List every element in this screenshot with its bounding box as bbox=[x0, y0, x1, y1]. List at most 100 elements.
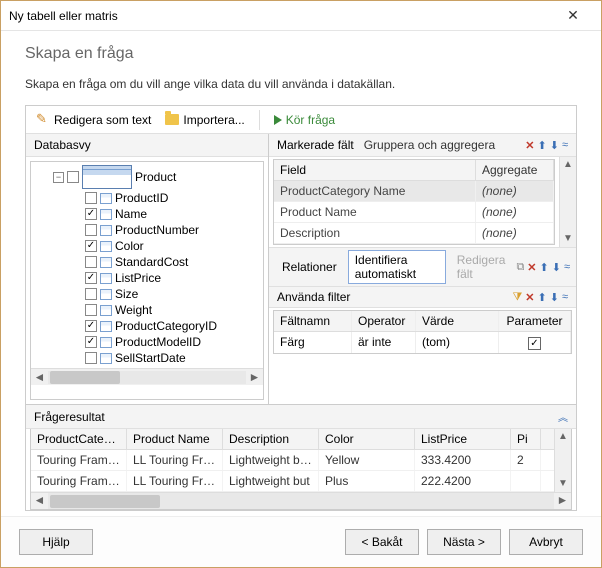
column-icon bbox=[100, 193, 112, 204]
relation-tool-icon[interactable]: ⧉ bbox=[516, 261, 524, 274]
column-icon bbox=[100, 289, 112, 300]
tree-column-label: Size bbox=[115, 287, 138, 301]
run-query-button[interactable]: Kör fråga bbox=[270, 111, 339, 129]
filter-move-up-icon[interactable]: ⬆ bbox=[538, 291, 547, 304]
group-aggregate-button[interactable]: Gruppera och aggregera bbox=[364, 138, 495, 152]
table-checkbox[interactable] bbox=[67, 171, 79, 183]
column-icon bbox=[100, 321, 112, 332]
results-col-header[interactable]: ListPrice bbox=[415, 429, 511, 449]
results-vscrollbar[interactable]: ▲▼ bbox=[554, 429, 571, 492]
tree-table-label: Product bbox=[135, 170, 176, 184]
column-checkbox[interactable] bbox=[85, 336, 97, 348]
folder-icon bbox=[165, 114, 179, 125]
column-icon bbox=[100, 225, 112, 236]
column-checkbox[interactable] bbox=[85, 288, 97, 300]
column-checkbox[interactable] bbox=[85, 256, 97, 268]
filter-col-field[interactable]: Fältnamn bbox=[274, 311, 352, 331]
filter-col-value[interactable]: Värde bbox=[416, 311, 499, 331]
results-hscrollbar[interactable]: ◄► bbox=[31, 492, 571, 509]
rel-move-up-icon[interactable]: ⬆ bbox=[540, 261, 549, 274]
selected-fields-grid[interactable]: Field Aggregate ProductCategory Name(non… bbox=[273, 159, 555, 245]
results-collapse-icon[interactable]: ︽ bbox=[558, 409, 568, 424]
results-col-header[interactable]: Pi bbox=[511, 429, 541, 449]
database-view-title: Databasvy bbox=[26, 134, 268, 157]
results-col-header[interactable]: Description bbox=[223, 429, 319, 449]
column-checkbox[interactable] bbox=[85, 224, 97, 236]
rel-move-down-icon[interactable]: ⬇ bbox=[552, 261, 561, 274]
results-grid[interactable]: ProductCategor...Product NameDescription… bbox=[30, 429, 572, 510]
results-col-header[interactable]: Color bbox=[319, 429, 415, 449]
column-icon bbox=[100, 273, 112, 284]
selected-field-row[interactable]: Product Name(none) bbox=[274, 202, 554, 223]
database-view-panel: Databasvy − Product ProductIDNameProduct… bbox=[26, 134, 269, 404]
edit-as-text-button[interactable]: Redigera som text bbox=[32, 111, 155, 129]
relations-label: Relationer bbox=[275, 257, 344, 277]
tree-column-label: ListPrice bbox=[115, 271, 161, 285]
collapse-icon[interactable]: − bbox=[53, 172, 64, 183]
import-button[interactable]: Importera... bbox=[161, 111, 248, 129]
column-checkbox[interactable] bbox=[85, 320, 97, 332]
edit-fields-button[interactable]: Redigera fält bbox=[450, 250, 513, 284]
rel-expand-icon[interactable]: ≈ bbox=[564, 261, 570, 274]
tree-column-label: StandardCost bbox=[115, 255, 188, 269]
col-header-field[interactable]: Field bbox=[274, 160, 476, 180]
selected-fields-title: Markerade fält bbox=[277, 138, 354, 152]
tree-column-label: ProductID bbox=[115, 191, 168, 205]
expand-icon[interactable]: ≈ bbox=[562, 139, 568, 152]
delete-field-icon[interactable]: ✕ bbox=[525, 139, 534, 152]
column-checkbox[interactable] bbox=[85, 192, 97, 204]
move-up-icon[interactable]: ⬆ bbox=[538, 139, 547, 152]
delete-filter-icon[interactable]: ✕ bbox=[525, 291, 534, 304]
query-results-title: Frågeresultat bbox=[34, 410, 105, 424]
filters-grid[interactable]: Fältnamn Operator Värde Parameter Färgär… bbox=[273, 310, 572, 354]
edit-as-text-label: Redigera som text bbox=[54, 113, 151, 127]
column-icon bbox=[100, 209, 112, 220]
selected-field-row[interactable]: ProductCategory Name(none) bbox=[274, 181, 554, 202]
column-checkbox[interactable] bbox=[85, 272, 97, 284]
param-checkbox[interactable] bbox=[528, 337, 541, 350]
col-header-aggregate[interactable]: Aggregate bbox=[476, 160, 554, 180]
filter-move-down-icon[interactable]: ⬇ bbox=[550, 291, 559, 304]
results-row[interactable]: Touring FramesLL Touring Fram...Lightwei… bbox=[31, 450, 554, 471]
results-col-header[interactable]: Product Name bbox=[127, 429, 223, 449]
results-col-header[interactable]: ProductCategor... bbox=[31, 429, 127, 449]
applied-filters-title: Använda filter bbox=[277, 290, 350, 304]
close-icon[interactable]: ✕ bbox=[553, 7, 593, 24]
schema-tree[interactable]: − Product ProductIDNameProductNumberColo… bbox=[31, 162, 263, 368]
funnel-icon[interactable]: ⧩ bbox=[512, 291, 522, 304]
help-button[interactable]: Hjälp bbox=[19, 529, 93, 555]
toolbar-separator bbox=[259, 110, 260, 130]
selected-field-row[interactable]: Description(none) bbox=[274, 223, 554, 244]
filter-col-operator[interactable]: Operator bbox=[352, 311, 416, 331]
tree-hscrollbar[interactable]: ◄► bbox=[31, 368, 263, 385]
import-label: Importera... bbox=[183, 113, 244, 127]
next-button[interactable]: Nästa > bbox=[427, 529, 501, 555]
move-down-icon[interactable]: ⬇ bbox=[550, 139, 559, 152]
page-heading: Skapa en fråga bbox=[25, 45, 577, 63]
column-icon bbox=[100, 257, 112, 268]
column-icon bbox=[100, 353, 112, 364]
tree-column-label: ProductCategoryID bbox=[115, 319, 217, 333]
selected-vscrollbar[interactable]: ▲▼ bbox=[559, 157, 576, 247]
wizard-footer: Hjälp < Bakåt Nästa > Avbryt bbox=[1, 516, 601, 567]
cancel-button[interactable]: Avbryt bbox=[509, 529, 583, 555]
play-icon bbox=[274, 115, 282, 125]
column-checkbox[interactable] bbox=[85, 304, 97, 316]
results-row[interactable]: Touring FramesLL Touring FramLightweight… bbox=[31, 471, 554, 492]
tree-column-label: SellStartDate bbox=[115, 351, 186, 365]
column-checkbox[interactable] bbox=[85, 240, 97, 252]
filter-expand-icon[interactable]: ≈ bbox=[562, 291, 568, 304]
filter-col-parameter[interactable]: Parameter bbox=[499, 311, 571, 331]
pencil-icon bbox=[36, 113, 50, 127]
filter-row[interactable]: Färgär inte(tom) bbox=[274, 332, 571, 353]
column-checkbox[interactable] bbox=[85, 208, 97, 220]
run-query-label: Kör fråga bbox=[286, 113, 335, 127]
auto-detect-button[interactable]: Identifiera automatiskt bbox=[348, 250, 446, 284]
back-button[interactable]: < Bakåt bbox=[345, 529, 419, 555]
tree-column-label: Color bbox=[115, 239, 144, 253]
delete-relation-icon[interactable]: ✕ bbox=[527, 261, 536, 274]
table-icon bbox=[82, 165, 132, 189]
tree-column-label: ProductNumber bbox=[115, 223, 199, 237]
query-designer: Redigera som text Importera... Kör fråga… bbox=[25, 105, 577, 511]
column-checkbox[interactable] bbox=[85, 352, 97, 364]
